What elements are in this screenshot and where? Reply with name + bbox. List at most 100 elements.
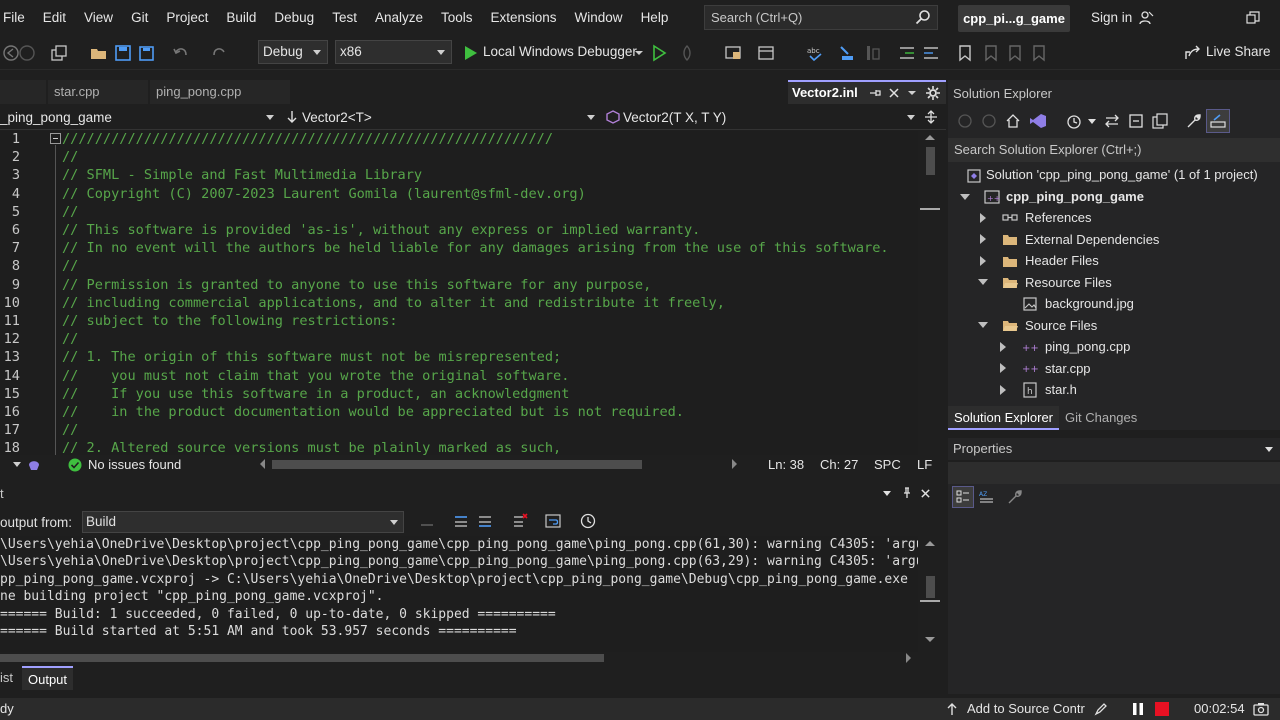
chevron-down-icon[interactable] <box>634 48 644 58</box>
solution-search-input[interactable]: Search Solution Explorer (Ctrl+;) <box>948 138 1280 162</box>
forward-icon[interactable] <box>982 114 996 128</box>
undo-icon[interactable] <box>172 44 190 62</box>
output-vertical-scrollbar[interactable] <box>920 536 940 652</box>
code-line[interactable]: 18 // 2. Altered source versions must be … <box>0 439 918 455</box>
bookmark-nav-icon[interactable] <box>864 44 882 62</box>
menu-file[interactable]: File <box>0 0 34 36</box>
scroll-thumb[interactable] <box>926 147 935 175</box>
menu-extensions[interactable]: Extensions <box>482 0 566 36</box>
tree-project[interactable]: cpp_ping_pong_game <box>1006 186 1144 208</box>
column-indicator[interactable]: Ch: 27 <box>820 455 858 475</box>
expand-arrow-icon[interactable] <box>980 213 986 223</box>
menu-git[interactable]: Git <box>122 0 157 36</box>
copilot-icon[interactable] <box>26 457 42 473</box>
expand-arrow-icon[interactable] <box>1000 363 1006 373</box>
outdent-icon[interactable] <box>922 44 940 62</box>
code-line[interactable]: 8 // <box>0 257 918 275</box>
pen-icon[interactable] <box>1094 702 1108 716</box>
tree-header-files[interactable]: Header Files <box>1025 250 1099 272</box>
code-line[interactable]: 13 // 1. The origin of this software must… <box>0 348 918 366</box>
sync-icon[interactable] <box>1104 113 1120 129</box>
code-line[interactable]: 2 // <box>0 148 918 166</box>
split-icon[interactable] <box>924 110 938 124</box>
solution-title-badge[interactable]: cpp_pi...g_game <box>958 5 1070 32</box>
forward-icon[interactable] <box>18 44 36 62</box>
member-dropdown[interactable]: Vector2(T X, T Y) <box>623 106 726 130</box>
restore-window-icon[interactable] <box>1246 11 1260 25</box>
bookmark-icon[interactable] <box>956 44 974 62</box>
menu-debug[interactable]: Debug <box>265 0 323 36</box>
spacing-indicator[interactable]: SPC <box>874 455 901 475</box>
prev-message-icon[interactable] <box>453 513 469 529</box>
hot-reload-icon[interactable] <box>678 44 696 62</box>
expand-arrow-icon[interactable] <box>1000 342 1006 352</box>
line-indicator[interactable]: Ln: 38 <box>768 455 804 475</box>
browse-icon[interactable] <box>724 44 742 62</box>
word-wrap-icon[interactable] <box>545 513 561 529</box>
collapse-all-icon[interactable] <box>1128 113 1144 129</box>
tab-output[interactable]: Output <box>22 666 74 690</box>
spell-check-icon[interactable]: abc <box>806 44 824 62</box>
type-scope-dropdown[interactable]: Vector2<T> <box>302 106 372 130</box>
tab-error-list[interactable]: ist <box>0 670 13 685</box>
code-line[interactable]: 3 // SFML - Simple and Fast Multimedia Li… <box>0 166 918 184</box>
code-line[interactable]: 11 // subject to the following restrictio… <box>0 312 918 330</box>
tab-solution-explorer[interactable]: Solution Explorer <box>948 406 1059 430</box>
save-icon[interactable] <box>114 44 132 62</box>
next-bookmark-icon[interactable] <box>1006 44 1024 62</box>
menu-test[interactable]: Test <box>323 0 366 36</box>
tree-ping-pong-cpp[interactable]: ping_pong.cpp <box>1045 336 1130 358</box>
code-line[interactable]: 10 // including commercial applications, … <box>0 294 918 312</box>
stop-record-icon[interactable] <box>1155 702 1169 716</box>
alphabetical-icon[interactable]: AZ <box>979 489 995 505</box>
prev-bookmark-icon[interactable] <box>982 44 1000 62</box>
property-pages-wrench-icon[interactable] <box>1007 489 1023 505</box>
expand-arrow-icon[interactable] <box>980 234 986 244</box>
new-project-icon[interactable] <box>50 44 68 62</box>
play-icon[interactable] <box>461 44 479 62</box>
clear-all-icon[interactable] <box>512 513 528 529</box>
code-line[interactable]: 4 // Copyright (C) 2007-2023 Laurent Gomi… <box>0 185 918 203</box>
tab-ping-pong-cpp[interactable]: ping_pong.cpp <box>150 80 290 104</box>
code-line[interactable]: 6 // This software is provided 'as-is', w… <box>0 221 918 239</box>
project-scope-dropdown[interactable]: _ping_pong_game <box>0 106 112 130</box>
configuration-dropdown[interactable]: Debug <box>258 40 328 64</box>
layout-icon[interactable] <box>757 44 775 62</box>
gear-icon[interactable] <box>926 86 940 100</box>
step-icon[interactable] <box>838 44 856 62</box>
properties-wrench-icon[interactable] <box>1186 113 1202 129</box>
expand-arrow-icon[interactable] <box>978 322 988 328</box>
tree-star-h[interactable]: star.h <box>1045 379 1077 401</box>
menu-view[interactable]: View <box>75 0 122 36</box>
code-editor[interactable]: 1///////////////////////////////////////… <box>0 131 918 455</box>
scroll-thumb[interactable] <box>926 576 935 598</box>
add-to-source-control[interactable]: Add to Source Contr <box>967 698 1085 720</box>
horizontal-scroll-thumb[interactable] <box>0 654 604 662</box>
code-line[interactable]: 12 // <box>0 330 918 348</box>
redo-icon[interactable] <box>210 44 228 62</box>
expand-arrow-icon[interactable] <box>980 256 986 266</box>
scroll-right-icon[interactable] <box>906 653 911 663</box>
clear-bookmarks-icon[interactable] <box>1030 44 1048 62</box>
menu-edit[interactable]: Edit <box>34 0 75 36</box>
tab-overflow[interactable] <box>0 80 46 104</box>
menu-project[interactable]: Project <box>157 0 217 36</box>
close-icon[interactable] <box>888 87 900 99</box>
next-message-icon[interactable] <box>477 513 493 529</box>
show-all-files-icon[interactable] <box>1152 113 1168 129</box>
menu-help[interactable]: Help <box>632 0 678 36</box>
open-folder-icon[interactable] <box>90 44 108 62</box>
scroll-up-icon[interactable] <box>925 541 935 546</box>
account-icon[interactable] <box>1138 10 1154 26</box>
horizontal-scroll-thumb[interactable] <box>272 460 642 469</box>
output-horizontal-scrollbar[interactable] <box>0 652 918 664</box>
chevron-down-icon[interactable] <box>1264 446 1274 453</box>
tab-star-cpp[interactable]: star.cpp <box>48 80 148 104</box>
tree-references[interactable]: References <box>1025 207 1091 229</box>
output-source-dropdown[interactable]: Build <box>82 511 404 533</box>
editor-vertical-scrollbar[interactable] <box>920 131 940 455</box>
code-line[interactable]: 9 // Permission is granted to anyone to u… <box>0 276 918 294</box>
expand-arrow-icon[interactable] <box>978 279 988 285</box>
output-text-area[interactable]: \Users\yehia\OneDrive\Desktop\project\cp… <box>0 536 918 652</box>
pending-changes-icon[interactable] <box>1066 113 1082 129</box>
